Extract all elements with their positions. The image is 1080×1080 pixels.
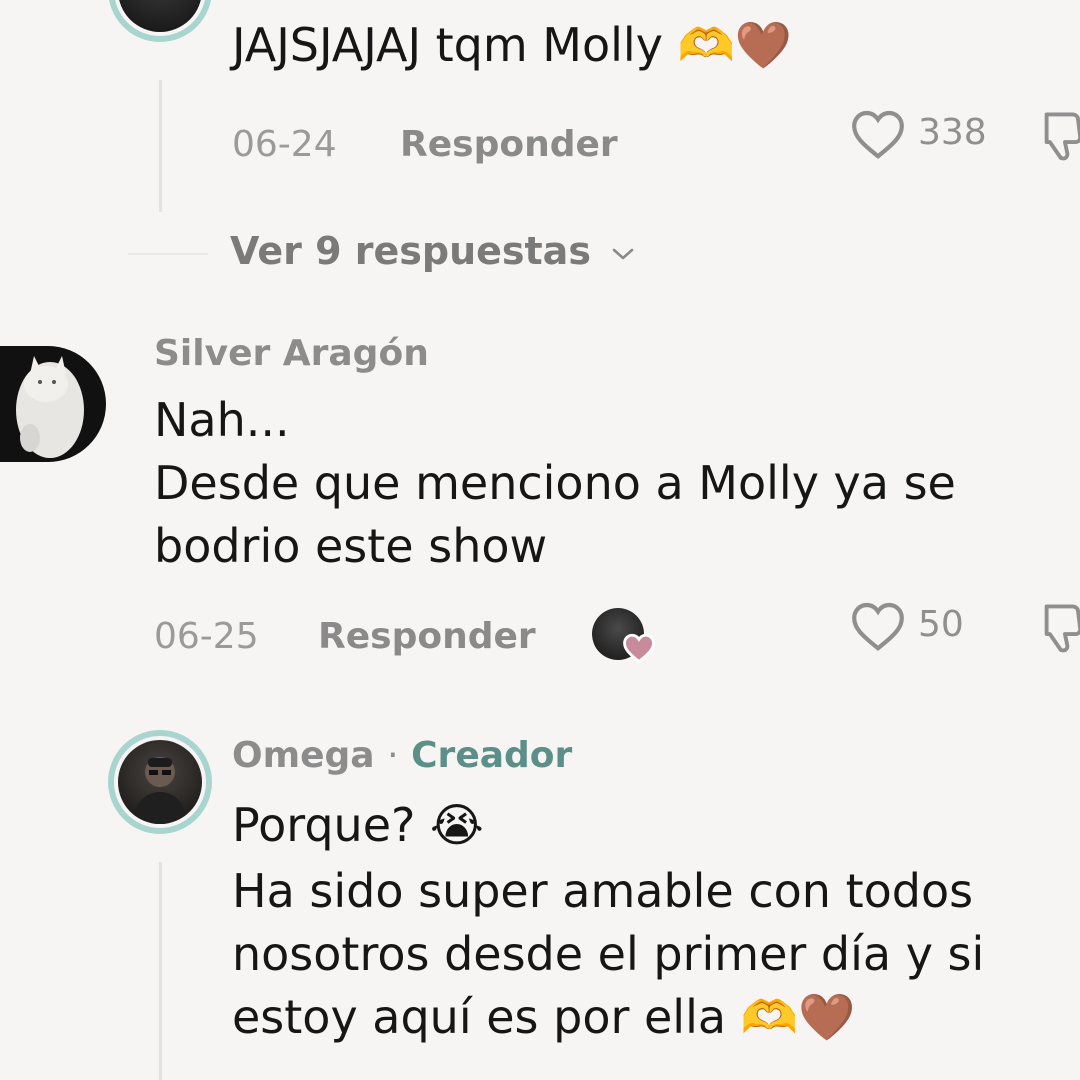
view-replies-label: Ver 9 respuestas bbox=[230, 229, 591, 273]
comment-line: Nah... bbox=[154, 393, 290, 447]
avatar-omega[interactable] bbox=[118, 740, 202, 824]
heart-outline-icon[interactable] bbox=[850, 108, 906, 160]
username[interactable]: Omega bbox=[232, 735, 375, 776]
thumbs-down-icon[interactable] bbox=[1040, 600, 1080, 656]
reply-button[interactable]: Responder bbox=[318, 616, 536, 657]
cat-avatar-icon bbox=[16, 356, 84, 458]
heart-outline-icon[interactable] bbox=[850, 600, 906, 652]
comment-line: Ha sido super amable con todos bbox=[232, 864, 974, 918]
view-replies-button[interactable]: Ver 9 respuestas bbox=[230, 229, 636, 273]
like-count: 50 bbox=[918, 604, 964, 645]
person-avatar-icon bbox=[132, 757, 188, 824]
comment-line: nosotros desde el primer día y si bbox=[232, 927, 985, 981]
comment-line: bodrio este show bbox=[154, 519, 548, 573]
comment-text: JAJSJAJAJ tqm Molly 🫶🤎 bbox=[232, 18, 793, 72]
comment-line: Desde que menciono a Molly ya se bbox=[154, 456, 956, 510]
comment-line: Porque? 😭 bbox=[232, 798, 484, 852]
comment-date: 06-24 bbox=[232, 124, 337, 165]
replies-divider bbox=[128, 253, 208, 255]
avatar-silver[interactable] bbox=[0, 346, 106, 462]
username-separator: · bbox=[387, 735, 399, 776]
thumbs-down-icon[interactable] bbox=[1040, 108, 1080, 164]
chevron-down-icon bbox=[612, 248, 634, 259]
thread-line-top bbox=[159, 80, 162, 212]
comment-line: estoy aquí es por ella 🫶🤎 bbox=[232, 990, 856, 1044]
like-count: 338 bbox=[918, 112, 987, 153]
comment-date: 06-25 bbox=[154, 616, 259, 657]
creator-badge: Creador bbox=[411, 735, 573, 776]
creator-username-row: Omega · Creador bbox=[232, 735, 572, 776]
username[interactable]: Silver Aragón bbox=[154, 333, 429, 374]
thread-line-omega bbox=[159, 862, 162, 1080]
heart-filled-icon bbox=[623, 633, 655, 664]
reply-button[interactable]: Responder bbox=[400, 124, 618, 165]
